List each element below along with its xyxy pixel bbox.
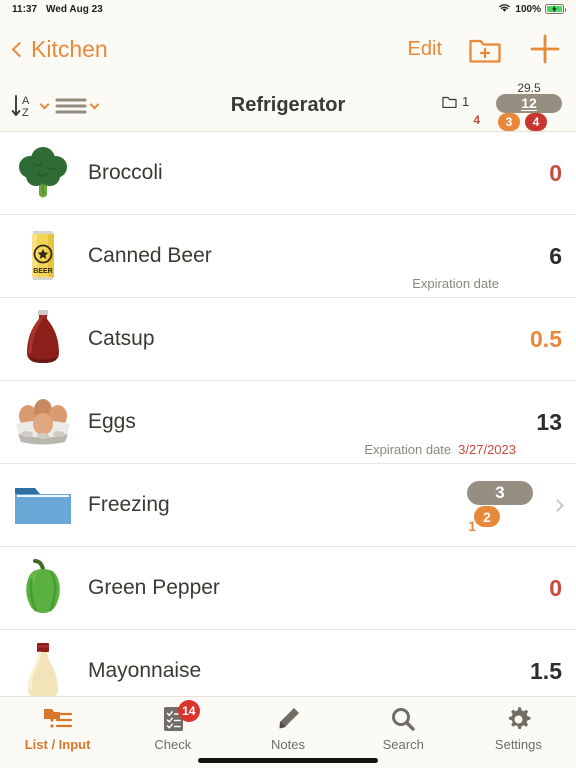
item-count: 12 (521, 94, 537, 111)
check-badge: 14 (177, 700, 200, 722)
folder-warn-badge: 2 (474, 506, 500, 527)
alert-badges: 3 4 (498, 112, 547, 131)
item-quantity: 0 (549, 159, 562, 186)
folder-item-count-badge: 3 (467, 481, 533, 505)
battery-charging-icon (545, 4, 566, 14)
tab-notes[interactable]: Notes (230, 705, 345, 752)
item-name: Eggs (88, 410, 136, 433)
edit-button[interactable]: Edit (408, 38, 442, 61)
chevron-right-icon (551, 498, 564, 512)
pencil-icon (275, 705, 301, 733)
list-item[interactable]: Mayonnaise 1.5 (0, 630, 576, 696)
egg-carton-icon (8, 394, 78, 450)
tab-label: Notes (271, 737, 305, 752)
broccoli-icon (8, 143, 78, 203)
home-indicator (198, 758, 378, 763)
chevron-down-icon (39, 99, 50, 109)
toolbar-stats: 1 4 29.5 12 3 4 (442, 80, 568, 132)
status-bar-left: 11:37 Wed Aug 23 (12, 4, 103, 15)
tab-label: Search (382, 737, 424, 752)
nav-bar: Kitchen Edit (0, 18, 576, 80)
add-button[interactable] (528, 32, 562, 66)
folder-badges: 3 2 (467, 475, 545, 535)
total-value: 29.5 (517, 80, 541, 95)
item-count-badge: 12 (496, 93, 562, 113)
expiration-label: Expiration date (364, 442, 452, 457)
nav-bar-actions: Edit (408, 32, 562, 66)
expiration-label: Expiration date (412, 276, 499, 291)
item-name: Green Pepper (88, 576, 220, 599)
list-item[interactable]: Green Pepper 0 (0, 547, 576, 630)
folder-icon (442, 96, 457, 108)
tab-list-input[interactable]: List / Input (0, 705, 115, 752)
status-time: 11:37 (12, 3, 38, 15)
tab-label: Check (154, 737, 192, 752)
item-quantity: 0 (549, 574, 562, 601)
sort-az-icon: A Z (11, 95, 30, 119)
svg-text:A: A (22, 95, 30, 107)
chevron-left-icon (11, 41, 28, 57)
count-stat: 29.5 12 3 4 (490, 80, 568, 132)
item-quantity: 0.5 (530, 325, 562, 352)
list-item[interactable]: Eggs 13 Expiration date 3/27/2023 (0, 381, 576, 464)
item-name: Canned Beer (88, 244, 212, 267)
list-toolbar: A Z Refrigerator 1 4 29.5 12 3 4 (0, 80, 576, 132)
list-item-folder[interactable]: Freezing 1 3 2 (0, 464, 576, 547)
svg-text:Z: Z (22, 107, 29, 119)
layout-button[interactable] (54, 94, 100, 118)
folder-blue-icon (8, 480, 78, 530)
mayonnaise-bottle-icon (8, 640, 78, 696)
battery-percent: 100% (515, 3, 541, 15)
green-pepper-icon (8, 557, 78, 619)
wifi-icon (498, 3, 511, 16)
expiration-info: Expiration date 3/27/2023 (364, 442, 516, 457)
new-folder-button[interactable] (468, 35, 502, 64)
item-quantity: 13 (536, 408, 562, 435)
tab-settings[interactable]: Settings (461, 705, 576, 752)
back-label: Kitchen (31, 35, 108, 62)
item-quantity: 6 (549, 242, 562, 269)
item-name: Broccoli (88, 161, 163, 184)
folder-count: 1 (462, 93, 470, 109)
sort-alphabetical-button[interactable]: A Z (8, 91, 50, 121)
ketchup-bottle-icon (8, 307, 78, 371)
status-bar: 11:37 Wed Aug 23 100% (0, 0, 576, 18)
expiration-info: Expiration date (412, 276, 506, 291)
warn-count-badge: 3 (498, 112, 520, 131)
folder-stat: 1 4 (442, 80, 482, 132)
expiration-date: 3/27/2023 (458, 442, 516, 457)
alert-count-badge: 4 (525, 112, 547, 131)
tab-label: Settings (494, 737, 542, 752)
beer-can-icon: BEER (8, 225, 78, 287)
svg-text:BEER: BEER (33, 268, 52, 275)
folder-sub-count: 4 (473, 112, 480, 127)
folder-name: Freezing (88, 493, 170, 516)
sort-controls: A Z (8, 91, 100, 121)
app-root: 11:37 Wed Aug 23 100% Kitchen Edit A Z R… (0, 0, 576, 768)
list-item[interactable]: BEER Canned Beer 6 Expiration date (0, 215, 576, 298)
list-lines-icon (55, 98, 87, 113)
list-input-icon (43, 705, 73, 733)
list-item[interactable]: Catsup 0.5 (0, 298, 576, 381)
tab-check[interactable]: 14 Check (115, 700, 230, 752)
chevron-down-icon (89, 99, 100, 109)
search-icon (390, 705, 416, 733)
list-item[interactable]: Broccoli 0 (0, 132, 576, 215)
item-list[interactable]: Broccoli 0 BEER Canned Beer 6 Expiration… (0, 132, 576, 696)
back-button[interactable]: Kitchen (10, 36, 108, 63)
tab-bar: List / Input 14 Check Notes Search Setti… (0, 696, 576, 768)
status-date: Wed Aug 23 (46, 3, 103, 15)
status-bar-right: 100% (498, 3, 566, 16)
item-name: Mayonnaise (88, 659, 202, 682)
tab-label: List / Input (24, 737, 91, 752)
gear-icon (505, 705, 532, 733)
folder-badges-group: 3 2 (467, 475, 564, 535)
checklist-icon: 14 (160, 700, 200, 733)
item-name: Catsup (88, 327, 155, 350)
tab-search[interactable]: Search (346, 705, 461, 752)
item-quantity: 1.5 (530, 657, 562, 684)
